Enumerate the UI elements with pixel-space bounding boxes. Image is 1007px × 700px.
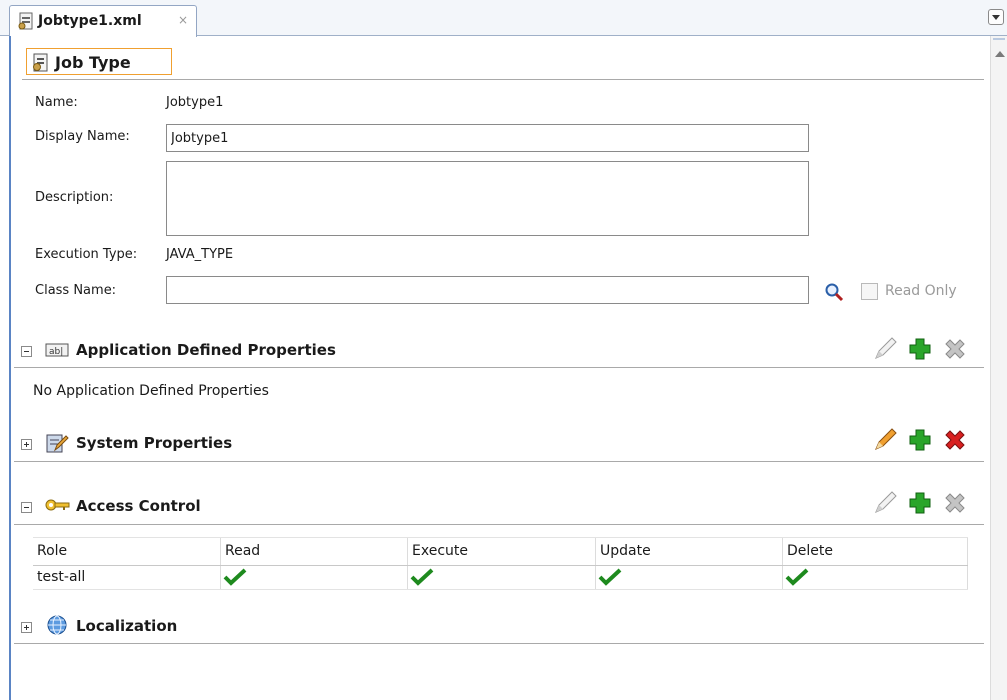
- tab-close-icon[interactable]: ×: [178, 13, 188, 27]
- column-header-execute[interactable]: Execute: [408, 538, 596, 565]
- access-control-table: Role Read Execute Update Delete test-all: [33, 537, 968, 593]
- app-props-empty-text: No Application Defined Properties: [33, 383, 269, 399]
- app-props-divider: [14, 367, 984, 368]
- delete-app-prop-x-icon[interactable]: [942, 336, 968, 366]
- execute-check-icon: [410, 568, 434, 586]
- page-title: Job Type: [26, 48, 172, 75]
- column-header-read[interactable]: Read: [221, 538, 408, 565]
- collapse-app-props-toggle[interactable]: [21, 346, 32, 357]
- display-name-field[interactable]: [166, 124, 809, 152]
- update-cell[interactable]: [596, 566, 783, 589]
- description-label: Description:: [35, 190, 114, 205]
- scrollbar-grip[interactable]: [993, 38, 1005, 44]
- editor-tab-bar: Jobtype1.xml ×: [0, 0, 1007, 37]
- expand-system-props-toggle[interactable]: [21, 439, 32, 450]
- notepad-pencil-icon: [45, 432, 69, 458]
- read-only-checkbox[interactable]: [861, 283, 878, 300]
- ab-field-icon: ab|: [45, 341, 69, 363]
- execution-type-value: JAVA_TYPE: [166, 247, 234, 262]
- add-system-prop-plus-icon[interactable]: [907, 427, 933, 457]
- delete-check-icon: [785, 568, 809, 586]
- tab-menu-button[interactable]: [988, 9, 1004, 25]
- localization-divider: [14, 643, 984, 644]
- column-header-role[interactable]: Role: [33, 538, 221, 565]
- display-name-label: Display Name:: [35, 129, 130, 144]
- execute-cell[interactable]: [408, 566, 596, 589]
- editor-left-border: [9, 36, 11, 700]
- key-icon: [45, 497, 71, 517]
- add-access-plus-icon[interactable]: [907, 490, 933, 520]
- scroll-up-arrow-icon[interactable]: [995, 51, 1005, 57]
- execution-type-label: Execution Type:: [35, 247, 138, 262]
- class-name-field[interactable]: [166, 276, 809, 304]
- page-title-text: Job Type: [55, 53, 131, 72]
- read-cell[interactable]: [221, 566, 408, 589]
- role-cell[interactable]: test-all: [33, 566, 221, 589]
- xml-file-icon: [17, 12, 35, 34]
- delete-cell[interactable]: [783, 566, 968, 589]
- title-divider: [22, 79, 984, 80]
- expand-localization-toggle[interactable]: [21, 622, 32, 633]
- search-icon[interactable]: [824, 282, 844, 306]
- add-app-prop-plus-icon[interactable]: [907, 336, 933, 366]
- system-props-title: System Properties: [76, 434, 233, 452]
- column-header-delete[interactable]: Delete: [783, 538, 968, 565]
- localization-title: Localization: [76, 617, 178, 635]
- svg-text:ab|: ab|: [49, 347, 63, 357]
- edit-system-props-pencil-icon[interactable]: [872, 427, 898, 457]
- column-header-update[interactable]: Update: [596, 538, 783, 565]
- edit-app-props-pencil-icon[interactable]: [872, 336, 898, 366]
- delete-system-prop-x-icon[interactable]: [942, 427, 968, 457]
- update-check-icon: [598, 568, 622, 586]
- job-type-icon: [31, 53, 51, 76]
- access-control-divider: [14, 524, 984, 525]
- tab-jobtype1-xml[interactable]: Jobtype1.xml ×: [9, 5, 197, 37]
- system-props-divider: [14, 461, 984, 462]
- edit-access-pencil-icon[interactable]: [872, 490, 898, 520]
- read-check-icon: [223, 568, 247, 586]
- app-props-title: Application Defined Properties: [76, 341, 336, 359]
- vertical-scrollbar[interactable]: [990, 36, 1007, 700]
- delete-access-x-icon[interactable]: [942, 490, 968, 520]
- globe-icon: [46, 614, 68, 640]
- name-value: Jobtype1: [166, 95, 224, 110]
- tab-label: Jobtype1.xml: [38, 13, 142, 29]
- table-row[interactable]: test-all: [33, 566, 968, 590]
- table-header-row: Role Read Execute Update Delete: [33, 537, 968, 566]
- read-only-label: Read Only: [885, 283, 957, 299]
- collapse-access-control-toggle[interactable]: [21, 502, 32, 513]
- access-control-title: Access Control: [76, 497, 201, 515]
- name-label: Name:: [35, 95, 78, 110]
- class-name-label: Class Name:: [35, 283, 117, 298]
- description-field[interactable]: [166, 161, 809, 236]
